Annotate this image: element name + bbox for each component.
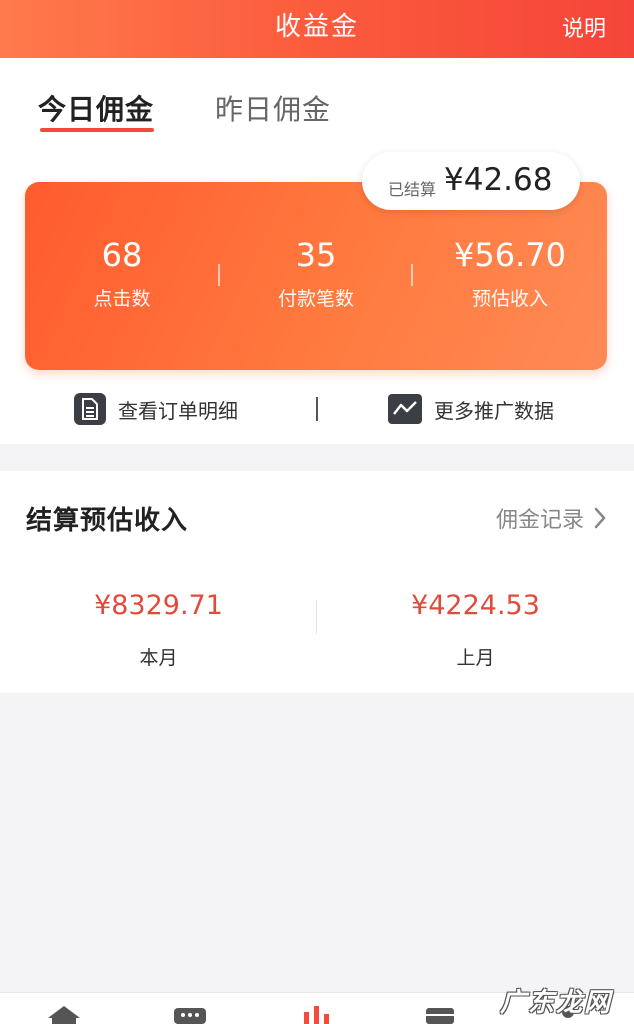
view-orders-link[interactable]: 查看订单明细: [74, 392, 238, 426]
stat-clicks-value: 68: [101, 236, 143, 274]
app-header: 收益金 说明: [0, 0, 634, 58]
help-button[interactable]: 说明: [562, 11, 606, 43]
commission-record-link[interactable]: 佣金记录: [496, 502, 606, 534]
settled-label: 已结算: [388, 180, 437, 199]
tab-yesterday-commission[interactable]: 昨日佣金: [215, 88, 331, 128]
stat-clicks: 68 点击数: [25, 238, 219, 311]
stat-estimated-income-value: ¥56.70: [454, 236, 566, 274]
income-last-month-label: 上月: [456, 647, 495, 669]
income-this-month: ¥8329.71 本月: [0, 590, 317, 670]
tab-today-commission[interactable]: 今日佣金: [38, 88, 154, 128]
more-icon[interactable]: [172, 1004, 208, 1024]
more-data-label: 更多推广数据: [434, 398, 554, 423]
home-icon[interactable]: [46, 1004, 82, 1024]
income-last-month-amount: ¥4224.53: [411, 590, 540, 621]
view-orders-label: 查看订单明细: [118, 398, 238, 423]
document-icon: [74, 393, 106, 425]
active-tab-indicator: [40, 128, 154, 132]
settled-value: ¥42.68: [444, 162, 553, 198]
stat-estimated-income-label: 预估收入: [471, 288, 548, 310]
stat-payments-label: 付款笔数: [277, 288, 354, 310]
bar-chart-icon[interactable]: [300, 1004, 334, 1024]
watermark-logo: 广东龙网: [500, 988, 613, 1018]
more-data-link[interactable]: 更多推广数据: [388, 392, 554, 426]
income-last-month: ¥4224.53 上月: [317, 590, 634, 670]
page-title: 收益金: [274, 12, 359, 42]
stat-payments: 35 付款笔数: [219, 238, 413, 311]
shop-icon[interactable]: [422, 1004, 458, 1024]
stat-payments-value: 35: [295, 236, 337, 274]
income-this-month-label: 本月: [139, 647, 178, 669]
chevron-right-icon: [594, 507, 606, 529]
stat-estimated-income: ¥56.70 预估收入: [413, 238, 607, 311]
chart-line-icon: [388, 394, 422, 424]
links-divider: [316, 397, 318, 421]
income-section-title: 结算预估收入: [26, 506, 189, 536]
commission-record-label: 佣金记录: [495, 508, 584, 533]
stat-clicks-label: 点击数: [93, 288, 151, 310]
income-this-month-amount: ¥8329.71: [94, 590, 223, 621]
